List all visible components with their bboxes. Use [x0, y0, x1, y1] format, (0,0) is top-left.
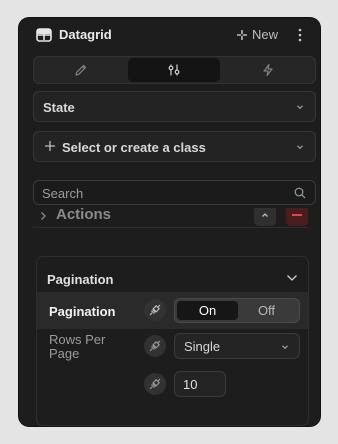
minus-icon	[292, 214, 302, 216]
pagination-group: Pagination Pagination On Off Rows Per Pa…	[36, 256, 309, 426]
plug-icon	[149, 340, 161, 352]
pencil-icon	[75, 64, 87, 76]
chevron-down-icon	[282, 345, 288, 350]
pagination-on-option[interactable]: On	[177, 301, 238, 320]
chevron-right-icon	[41, 212, 46, 220]
rows-per-page-value: Single	[184, 339, 221, 354]
pagination-off-option[interactable]: Off	[236, 301, 297, 320]
datagrid-settings-panel: Datagrid New State Select or create a cl…	[19, 18, 320, 426]
tab-style[interactable]	[35, 58, 127, 82]
search-box	[33, 180, 316, 205]
class-select-label: Select or create a class	[62, 140, 206, 155]
actions-section-label: Actions	[56, 208, 112, 223]
page-size-input[interactable]	[183, 377, 221, 392]
tab-interactions[interactable]	[222, 58, 314, 82]
remove-button[interactable]	[286, 208, 308, 226]
state-select-label: State	[43, 100, 75, 115]
pagination-label: Pagination	[49, 304, 116, 319]
bind-pagination-button[interactable]	[144, 299, 166, 321]
datagrid-icon	[36, 28, 52, 42]
actions-section-header[interactable]: Actions	[19, 208, 320, 230]
sparkle-icon	[237, 29, 247, 40]
mode-tabs	[33, 56, 316, 84]
chevron-up-icon	[262, 213, 268, 217]
properties-scroll-area[interactable]: Actions Pagination Pagination On Off Row…	[19, 208, 320, 426]
pagination-group-title: Pagination	[47, 272, 114, 287]
rows-per-page-label-line2: Page	[49, 346, 80, 361]
lightning-icon	[263, 63, 273, 77]
search-input[interactable]	[42, 185, 282, 201]
component-title: Datagrid	[59, 27, 112, 42]
plug-icon	[149, 378, 161, 390]
search-icon	[294, 187, 306, 199]
plug-icon	[149, 304, 161, 316]
bind-page-size-button[interactable]	[144, 373, 166, 395]
section-divider	[33, 227, 308, 228]
new-button[interactable]: New	[237, 27, 278, 42]
panel-header: Datagrid New	[19, 18, 320, 52]
move-up-button[interactable]	[254, 208, 276, 226]
state-select[interactable]: State	[33, 91, 316, 122]
rows-per-page-label: Rows Per Page	[49, 333, 105, 361]
chevron-down-icon	[297, 105, 303, 110]
class-select[interactable]: Select or create a class	[33, 131, 316, 162]
new-button-label: New	[252, 27, 279, 42]
more-vertical-icon[interactable]	[297, 27, 303, 43]
rows-per-page-select[interactable]: Single	[174, 333, 300, 359]
tab-settings[interactable]	[128, 58, 220, 82]
bind-rows-per-page-button[interactable]	[144, 335, 166, 357]
rows-per-page-label-line1: Rows Per	[49, 332, 106, 347]
page-size-field	[174, 371, 226, 397]
pagination-toggle[interactable]: On Off	[174, 298, 300, 323]
chevron-down-icon	[297, 145, 303, 150]
chevron-down-icon[interactable]	[286, 274, 298, 282]
sliders-icon	[168, 64, 180, 76]
plus-icon	[45, 141, 55, 151]
